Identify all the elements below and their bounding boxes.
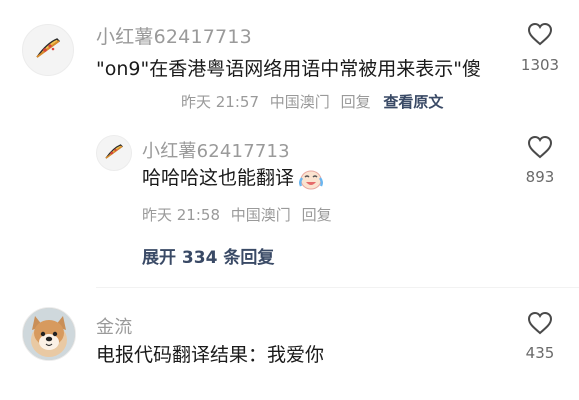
comment-divider: [96, 287, 579, 288]
comment-text: "on9"在香港粤语网络用语中常被用来表示"傻: [96, 58, 481, 80]
reply-username[interactable]: 小红薯62417713: [142, 137, 290, 163]
comment-time: 昨天 21:57: [181, 93, 259, 111]
like-count: 435: [525, 344, 555, 362]
view-original-button[interactable]: 查看原文: [383, 93, 443, 111]
pizza-avatar-icon: [36, 38, 61, 58]
comment-meta: 昨天 21:57 中国澳门 回复 查看原文: [181, 91, 443, 112]
avatar[interactable]: [22, 307, 76, 361]
heart-icon: [527, 135, 553, 159]
comment-location: 中国澳门: [269, 93, 330, 111]
reply-text-row: 哈哈哈这也能翻译: [142, 162, 326, 195]
reply-like-button[interactable]: 893: [508, 135, 572, 186]
reply-location: 中国澳门: [230, 206, 291, 224]
comment-text: 电报代码翻译结果：我爱你: [96, 344, 325, 366]
reply-text: 哈哈哈这也能翻译: [142, 167, 295, 189]
expand-replies-button[interactable]: 展开 334 条回复: [142, 243, 274, 268]
crying-laughing-emoji-icon: [299, 170, 324, 189]
pizza-avatar-icon: [105, 144, 123, 159]
reply-like-count: 893: [525, 168, 555, 186]
avatar[interactable]: [22, 24, 74, 76]
dog-avatar-icon: [23, 308, 75, 360]
reply-meta: 昨天 21:58 中国澳门 回复: [142, 204, 332, 225]
heart-icon: [527, 22, 553, 46]
reply-avatar[interactable]: [96, 135, 132, 171]
reply-button[interactable]: 回复: [341, 93, 371, 111]
comment-username[interactable]: 金流: [96, 313, 132, 339]
heart-icon: [527, 311, 553, 335]
like-count: 1303: [520, 56, 560, 74]
like-button[interactable]: 1303: [508, 22, 572, 74]
reply-reply-button[interactable]: 回复: [302, 206, 332, 224]
like-button[interactable]: 435: [508, 311, 572, 362]
reply-time: 昨天 21:58: [142, 206, 220, 224]
comment-username[interactable]: 小红薯62417713: [96, 22, 252, 49]
